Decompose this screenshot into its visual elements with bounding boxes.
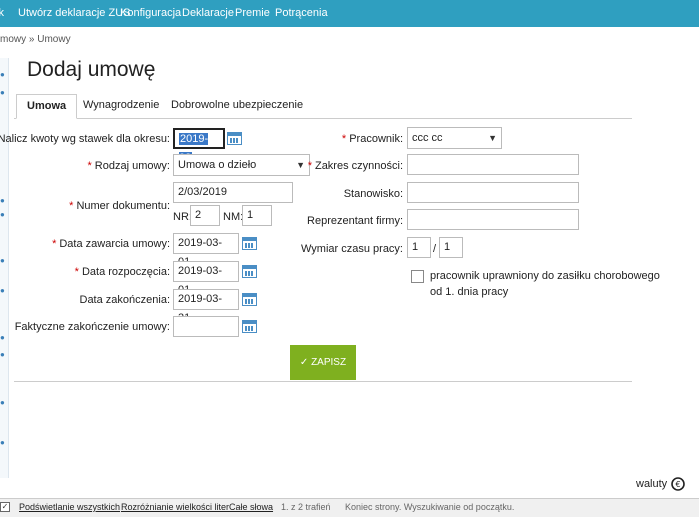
svg-text:€: € <box>676 480 681 489</box>
match-case-option[interactable]: Rozróżnianie wielkości liter <box>121 502 229 512</box>
zasilek-label-line2: od 1. dnia pracy <box>430 286 509 298</box>
top-navigation-bar: ik Utwórz deklaracje ZUS Konfiguracja De… <box>0 0 699 27</box>
divider <box>14 381 632 382</box>
faktyczne-input[interactable] <box>173 316 239 337</box>
rodzaj-select[interactable]: Umowa o dzieło ▼ <box>173 154 310 176</box>
rodzaj-label: * Rodzaj umowy: <box>87 160 170 172</box>
page-title: Dodaj umowę <box>27 58 156 81</box>
pracownik-label: * Pracownik: <box>341 133 403 145</box>
zakres-label: * Zakres czynności: <box>307 160 403 172</box>
breadcrumb[interactable]: mowy » Umowy <box>0 34 71 45</box>
okres-label: *Nalicz kwoty wg stawek dla okresu: <box>0 133 170 145</box>
wymiar-separator: / <box>433 243 437 255</box>
tab-wynagrodzenie[interactable]: Wynagrodzenie <box>83 94 159 117</box>
find-bar: ✓ Podświetlanie wszystkich Rozróżnianie … <box>0 498 699 517</box>
nr-input[interactable]: 2 <box>190 205 220 226</box>
tab-dobrowolne-ubezpieczenie[interactable]: Dobrowolne ubezpieczenie <box>171 94 303 117</box>
waluty-link[interactable]: waluty € <box>636 476 686 492</box>
nav-item-premie[interactable]: Premie <box>235 7 270 19</box>
nm-label: NM: <box>223 211 244 223</box>
data-zakonczenia-label: Data zakończenia: <box>79 294 171 306</box>
reprezentant-input[interactable] <box>407 209 579 230</box>
nav-item-deklaracje[interactable]: Deklaracje <box>182 7 234 19</box>
chevron-down-icon: ▼ <box>296 160 305 170</box>
stanowisko-label: Stanowisko: <box>343 188 403 200</box>
nav-item-partial[interactable]: ik <box>0 7 4 19</box>
tab-umowa[interactable]: Umowa <box>16 94 78 119</box>
zakres-input[interactable] <box>407 154 579 175</box>
wymiar-input-2[interactable]: 1 <box>439 237 463 258</box>
find-checkbox[interactable]: ✓ <box>0 502 10 512</box>
chevron-down-icon: ▼ <box>488 133 497 143</box>
calendar-icon[interactable] <box>242 237 257 250</box>
zasilek-label-line1: pracownik uprawniony do zasiłku chorobow… <box>430 270 660 282</box>
calendar-icon[interactable] <box>242 293 257 306</box>
okres-input[interactable]: 2019-03 <box>173 128 225 164</box>
data-zawarcia-label: * Data zawarcia umowy: <box>52 238 170 250</box>
numer-label: * Numer dokumentu: <box>69 200 170 212</box>
nav-item-konfiguracja[interactable]: Konfiguracja <box>120 7 181 19</box>
faktyczne-label: Faktyczne zakończenie umowy: <box>14 321 170 333</box>
data-rozpoczecia-input[interactable]: 2019-03-01 <box>173 261 239 296</box>
calendar-icon[interactable] <box>242 320 257 333</box>
data-zakonczenia-input[interactable]: 2019-03-31 <box>173 289 239 324</box>
pracownik-select[interactable]: ccc cc ▼ <box>407 127 502 149</box>
highlight-all-option[interactable]: Podświetlanie wszystkich <box>19 502 120 512</box>
wymiar-input-1[interactable]: 1 <box>407 237 431 258</box>
calendar-icon[interactable] <box>242 265 257 278</box>
find-result: 1. z 2 trafień <box>281 502 331 512</box>
find-status: Koniec strony. Wyszukiwanie od początku. <box>345 502 515 512</box>
data-zawarcia-input[interactable]: 2019-03-01 <box>173 233 239 268</box>
calendar-icon[interactable] <box>227 132 242 145</box>
whole-words-option[interactable]: Całe słowa <box>229 502 273 512</box>
nav-item-potracenia[interactable]: Potrącenia <box>275 7 328 19</box>
save-button[interactable]: ✓ ZAPISZ <box>290 345 356 380</box>
left-sidebar-strip: ● ● ● ● ● ● ● ● ● ● <box>0 58 9 478</box>
reprezentant-label: Reprezentant firmy: <box>307 215 403 227</box>
stanowisko-input[interactable] <box>407 182 579 203</box>
nav-item-zus[interactable]: Utwórz deklaracje ZUS <box>18 7 130 19</box>
currency-refresh-icon: € <box>671 477 686 491</box>
tab-bar: Umowa Wynagrodzenie Dobrowolne ubezpiecz… <box>14 94 632 119</box>
wymiar-label: Wymiar czasu pracy: <box>301 243 403 255</box>
zasilek-checkbox[interactable] <box>411 270 424 283</box>
data-rozpoczecia-label: * Data rozpoczęcia: <box>74 266 170 278</box>
nm-input[interactable]: 1 <box>242 205 272 226</box>
numer-input[interactable]: 2/03/2019 <box>173 182 293 203</box>
